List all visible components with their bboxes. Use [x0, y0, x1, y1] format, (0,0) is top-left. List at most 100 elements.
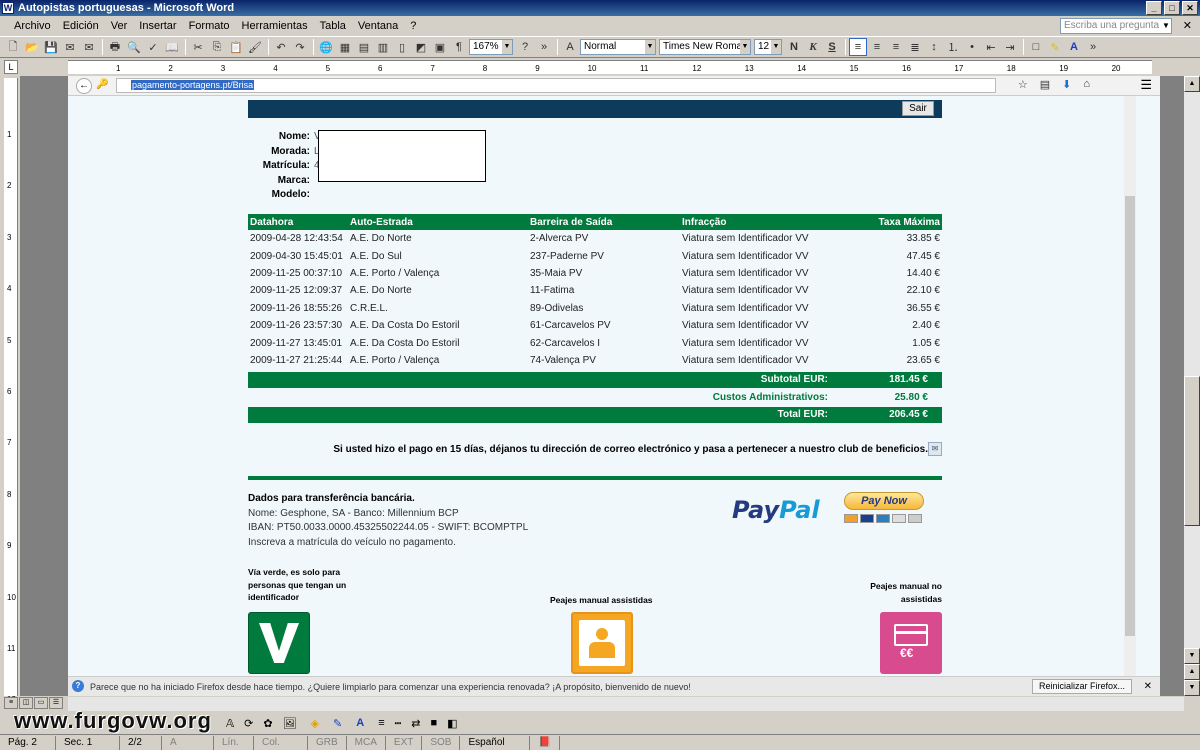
zoom-select[interactable]: 167% ▼	[469, 39, 513, 55]
menu-archivo[interactable]: Archivo	[8, 20, 57, 32]
menu-ver[interactable]: Ver	[105, 20, 134, 32]
toolbar-more-icon[interactable]: »	[1084, 38, 1102, 56]
dash-style-icon[interactable]: ┅	[395, 717, 402, 730]
horizontal-scrollbar[interactable]	[68, 697, 1184, 711]
horizontal-ruler[interactable]: 1 2 3 4 5 6 7 8 9 10 11 12 13 14 15 16 17 18 19 20	[68, 60, 1152, 74]
bold-button[interactable]: N	[785, 38, 803, 56]
spelling-icon[interactable]: ✓	[144, 38, 162, 56]
ask-dropdown-icon[interactable]: ▼	[1160, 18, 1172, 34]
manual-assisted-text: Peajes manual assistidas	[550, 595, 653, 605]
url-bar: pagamento-portagens.pt/Brisa	[116, 78, 996, 93]
text-color-icon[interactable]: A	[356, 717, 364, 729]
menu-help[interactable]: ?	[404, 20, 422, 32]
line-color-icon[interactable]: ✎	[333, 717, 342, 730]
permission-icon[interactable]: ✉	[61, 38, 79, 56]
scroll-thumb[interactable]	[1184, 376, 1200, 526]
arrow-style-icon[interactable]: ⇄	[411, 717, 420, 730]
prev-page-icon[interactable]: ▲	[1184, 664, 1200, 680]
status-grb[interactable]: GRB	[308, 735, 347, 750]
ruler-tick: 1	[116, 64, 121, 73]
italic-button[interactable]: K	[804, 38, 822, 56]
style-select[interactable]: Normal ▼	[580, 39, 656, 55]
clipart-icon[interactable]: ✿	[263, 717, 272, 730]
ask-question-input[interactable]: Escriba una pregunta	[1060, 18, 1172, 34]
3d-icon[interactable]: ◧	[447, 717, 457, 730]
format-painter-icon[interactable]: 🖌	[246, 38, 264, 56]
redo-icon[interactable]: ↷	[291, 38, 309, 56]
admin-costs-label: Custos Administrativos:	[712, 392, 828, 403]
table-row: 2009-11-25 00:37:10 A.E. Porto / Valença 3…	[248, 265, 942, 282]
tab-selector[interactable]: L	[4, 60, 18, 74]
clipboard-icon: ▤	[1039, 79, 1051, 91]
picture-icon[interactable]: 🖼	[283, 717, 297, 730]
fill-color-icon[interactable]: ◈	[311, 717, 319, 730]
align-left-icon[interactable]: ≡	[849, 38, 867, 56]
highlight-icon[interactable]: ✎	[1046, 38, 1064, 56]
open-folder-icon[interactable]: 📂	[23, 38, 41, 56]
violations-table: Datahora Auto-Estrada Barreira de Saída …	[248, 214, 942, 369]
line-style-icon[interactable]: ≡	[378, 717, 384, 729]
menu-edicion[interactable]: Edición	[57, 20, 105, 32]
close-document-icon[interactable]: ✕	[1183, 19, 1192, 32]
tables-borders-icon[interactable]: ▦	[336, 38, 354, 56]
research-icon[interactable]: 📖	[163, 38, 181, 56]
font-color-icon[interactable]: A	[1065, 38, 1083, 56]
shadow-icon[interactable]: ■	[430, 717, 437, 729]
document-map-icon[interactable]: ▣	[431, 38, 449, 56]
menu-insertar[interactable]: Insertar	[133, 20, 182, 32]
bullets-icon[interactable]: •	[963, 38, 981, 56]
align-center-icon[interactable]: ≡	[868, 38, 886, 56]
font-select[interactable]: Times New Roman ▼	[659, 39, 751, 55]
styles-pane-icon[interactable]: A	[561, 38, 579, 56]
insert-table-icon[interactable]: ▤	[355, 38, 373, 56]
close-button[interactable]: ✕	[1182, 1, 1198, 15]
numbering-icon[interactable]: ⒈	[944, 38, 962, 56]
status-language[interactable]: Español (Es	[460, 735, 531, 750]
menu-ventana[interactable]: Ventana	[352, 20, 404, 32]
via-verde-text: Vía verde, es solo para personas que ten…	[248, 567, 347, 602]
increase-indent-icon[interactable]: ⇥	[1001, 38, 1019, 56]
new-document-icon[interactable]: 🗋	[4, 38, 22, 56]
menu-herramientas[interactable]: Herramientas	[236, 20, 314, 32]
show-hide-icon[interactable]: ¶	[450, 38, 468, 56]
copy-icon[interactable]: ⎘	[208, 38, 226, 56]
email-icon[interactable]: ✉	[80, 38, 98, 56]
formatting-toolbar: 🗋 📂 💾 ✉ ✉ 🖶 🔍 ✓ 📖 ✂ ⎘ 📋 🖌 ↶ ↷ 🌐 ▦ ▤ ▥ ▯ …	[0, 36, 1200, 58]
status-sob[interactable]: SOB	[422, 735, 461, 750]
print-preview-icon[interactable]: 🔍	[125, 38, 143, 56]
hyperlink-icon[interactable]: 🌐	[317, 38, 335, 56]
print-icon[interactable]: 🖶	[106, 38, 124, 56]
status-line: Lín.	[214, 735, 254, 750]
vruler-tick: 7	[7, 438, 12, 448]
help-icon[interactable]: ?	[516, 38, 534, 56]
underline-button[interactable]: S	[823, 38, 841, 56]
diagram-icon[interactable]: ⟳	[244, 717, 253, 730]
justify-icon[interactable]: ≣	[906, 38, 924, 56]
insert-excel-icon[interactable]: ▥	[374, 38, 392, 56]
status-mca[interactable]: MCA	[347, 735, 386, 750]
paste-icon[interactable]: 📋	[227, 38, 245, 56]
scroll-up-icon[interactable]: ▲	[1184, 76, 1200, 92]
undo-icon[interactable]: ↶	[272, 38, 290, 56]
menu-formato[interactable]: Formato	[183, 20, 236, 32]
font-size-select[interactable]: 12 ▼	[754, 39, 782, 55]
decrease-indent-icon[interactable]: ⇤	[982, 38, 1000, 56]
spelling-status-icon[interactable]: 📕	[530, 735, 560, 750]
cut-icon[interactable]: ✂	[189, 38, 207, 56]
minimize-button[interactable]: _	[1146, 1, 1162, 15]
vertical-scrollbar[interactable]: ▲ ▼ ▲ ▼	[1184, 76, 1200, 696]
scroll-down-icon[interactable]: ▼	[1184, 648, 1200, 664]
menu-tabla[interactable]: Tabla	[314, 20, 352, 32]
line-spacing-icon[interactable]: ↕	[925, 38, 943, 56]
columns-icon[interactable]: ▯	[393, 38, 411, 56]
wordart-icon[interactable]: 𝔸	[226, 717, 234, 730]
maximize-button[interactable]: □	[1164, 1, 1180, 15]
next-page-icon[interactable]: ▼	[1184, 680, 1200, 696]
status-ext[interactable]: EXT	[386, 735, 423, 750]
drawing-icon[interactable]: ◩	[412, 38, 430, 56]
toolbar-options-icon[interactable]: »	[535, 38, 553, 56]
cell-auto-estrada: A.E. Da Costa Do Estoril	[350, 320, 460, 332]
save-icon[interactable]: 💾	[42, 38, 60, 56]
borders-icon[interactable]: □	[1027, 38, 1045, 56]
align-right-icon[interactable]: ≡	[887, 38, 905, 56]
